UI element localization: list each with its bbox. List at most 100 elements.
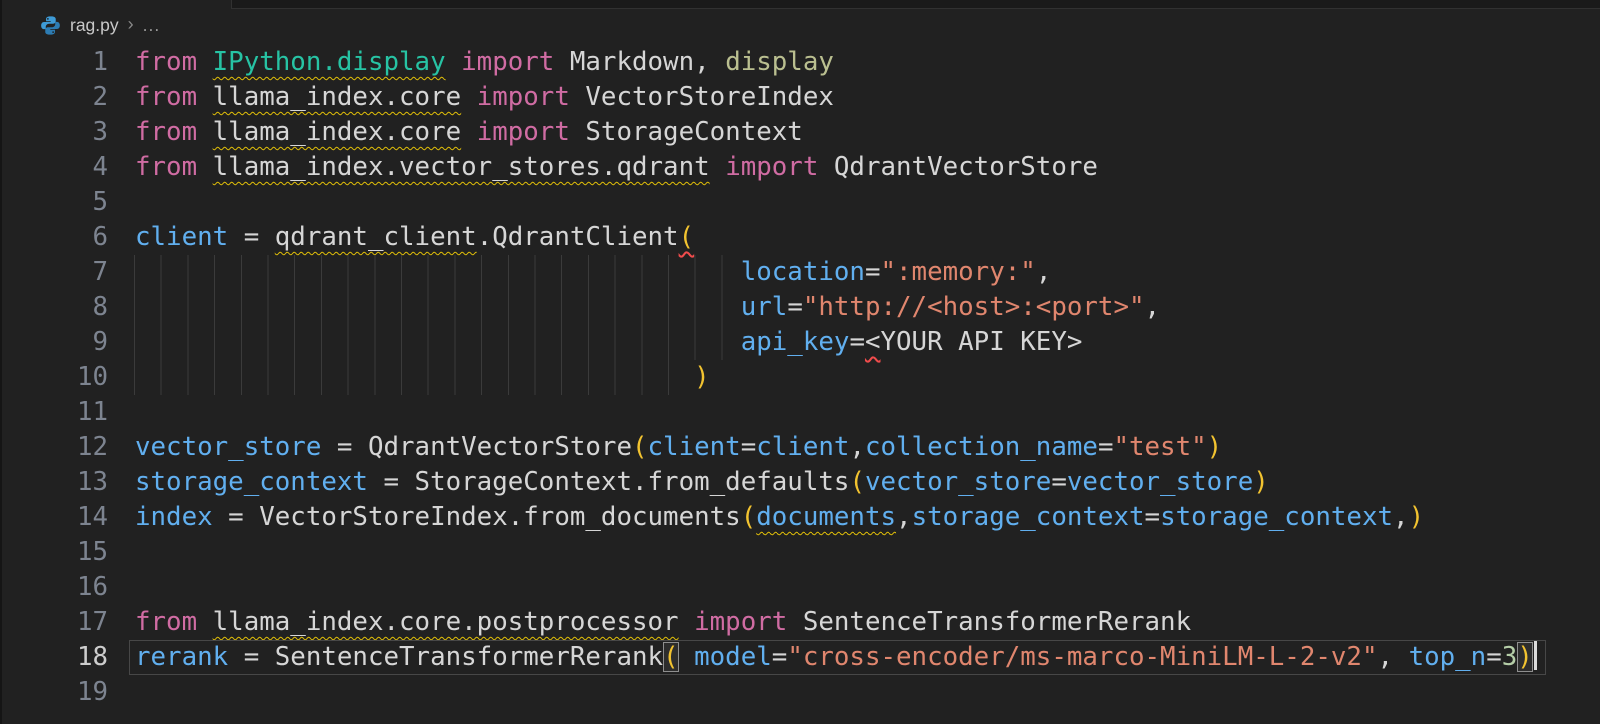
code-token: client bbox=[756, 432, 849, 462]
code-line[interactable]: 16 bbox=[0, 570, 1600, 605]
code-token: .QdrantClient bbox=[477, 222, 679, 252]
line-number[interactable]: 10 bbox=[0, 360, 108, 395]
code-line[interactable]: 1 from IPython.display import Markdown, d… bbox=[0, 45, 1600, 80]
code-token: YOUR API KEY> bbox=[881, 327, 1083, 357]
code-token: = bbox=[865, 257, 881, 287]
code-line[interactable]: 4 from llama_index.vector_stores.qdrant i… bbox=[0, 150, 1600, 185]
code-line[interactable]: 15 bbox=[0, 535, 1600, 570]
code-line[interactable]: 12vector_store = QdrantVectorStore(clien… bbox=[0, 430, 1600, 465]
code-token bbox=[197, 47, 213, 77]
line-number[interactable]: 9 bbox=[0, 325, 108, 360]
code-token: storage_context bbox=[912, 502, 1145, 532]
line-number[interactable]: 12 bbox=[0, 430, 108, 465]
line-number[interactable]: 18 bbox=[0, 640, 108, 675]
indent-guides bbox=[134, 290, 736, 325]
code-line[interactable]: 3 from llama_index.core import StorageCon… bbox=[0, 115, 1600, 150]
code-line-text: rerank = SentenceTransformerRerank( mode… bbox=[135, 640, 1537, 675]
code-line[interactable]: 7 location=":memory:", bbox=[0, 255, 1600, 290]
code-line[interactable]: 10 ) bbox=[0, 360, 1600, 395]
code-line[interactable]: 18 rerank = SentenceTransformerRerank( mo… bbox=[0, 640, 1600, 675]
code-token: import bbox=[694, 607, 787, 637]
code-line[interactable]: 2 from llama_index.core import VectorStor… bbox=[0, 80, 1600, 115]
code-line-text: from IPython.display import Markdown, di… bbox=[135, 45, 834, 80]
code-line[interactable]: 14index = VectorStoreIndex.from_document… bbox=[0, 500, 1600, 535]
code-area[interactable]: 1 from IPython.display import Markdown, d… bbox=[0, 45, 1600, 710]
code-token: vector_store bbox=[135, 432, 321, 462]
code-token: import bbox=[477, 82, 570, 112]
code-token: import bbox=[477, 117, 570, 147]
code-line-text: from llama_index.core import VectorStore… bbox=[135, 80, 834, 115]
line-number[interactable]: 14 bbox=[0, 500, 108, 535]
line-number[interactable]: 1 bbox=[0, 45, 108, 80]
code-line-text: from llama_index.vector_stores.qdrant im… bbox=[135, 150, 1098, 185]
code-token: = bbox=[1051, 467, 1067, 497]
code-token: llama_index.core bbox=[213, 82, 462, 112]
line-number[interactable]: 16 bbox=[0, 570, 108, 605]
line-number[interactable]: 5 bbox=[0, 185, 108, 220]
line-number[interactable]: 3 bbox=[0, 115, 108, 150]
code-token: llama_index.vector_stores.qdrant bbox=[213, 152, 710, 182]
code-token: import bbox=[461, 47, 554, 77]
line-number[interactable]: 17 bbox=[0, 605, 108, 640]
code-token: 3 bbox=[1502, 642, 1518, 672]
line-number[interactable]: 4 bbox=[0, 150, 108, 185]
code-line[interactable]: 11 bbox=[0, 395, 1600, 430]
code-token: location bbox=[741, 257, 865, 287]
code-token bbox=[197, 117, 213, 147]
code-line-text: location=":memory:", bbox=[135, 255, 1051, 290]
code-token bbox=[710, 152, 726, 182]
code-token: = bbox=[741, 432, 757, 462]
code-token: = StorageContext.from_defaults bbox=[368, 467, 849, 497]
indent-guides bbox=[134, 325, 736, 360]
code-line-text: from llama_index.core import StorageCont… bbox=[135, 115, 803, 150]
line-number[interactable]: 8 bbox=[0, 290, 108, 325]
breadcrumb-file-segment[interactable]: rag.py bbox=[40, 15, 119, 36]
code-token: StorageContext bbox=[570, 117, 803, 147]
code-token: ( bbox=[849, 467, 865, 497]
code-token: vector_store bbox=[1067, 467, 1253, 497]
line-number[interactable]: 6 bbox=[0, 220, 108, 255]
code-token: QdrantVectorStore bbox=[818, 152, 1098, 182]
line-number[interactable]: 11 bbox=[0, 395, 108, 430]
code-token bbox=[446, 47, 462, 77]
line-number[interactable]: 13 bbox=[0, 465, 108, 500]
line-number[interactable]: 15 bbox=[0, 535, 108, 570]
code-line[interactable]: 9 api_key=<YOUR API KEY> bbox=[0, 325, 1600, 360]
code-token: < bbox=[865, 327, 881, 357]
breadcrumb-separator-icon: › bbox=[128, 14, 134, 35]
code-line[interactable]: 17 from llama_index.core.postprocessor im… bbox=[0, 605, 1600, 640]
code-token: , bbox=[1145, 292, 1161, 322]
line-number[interactable]: 7 bbox=[0, 255, 108, 290]
code-token: llama_index.core.postprocessor bbox=[213, 607, 679, 637]
code-line-text: from llama_index.core.postprocessor impo… bbox=[135, 605, 1191, 640]
code-token: from bbox=[135, 117, 197, 147]
code-token: model bbox=[694, 642, 772, 672]
code-token: api_key bbox=[741, 327, 850, 357]
code-token: = bbox=[228, 222, 275, 252]
code-token: from bbox=[135, 607, 197, 637]
code-token: ) bbox=[1409, 502, 1425, 532]
code-token: = bbox=[1145, 502, 1161, 532]
code-token: ) bbox=[1207, 432, 1223, 462]
indent-guides bbox=[134, 255, 736, 290]
code-token: = VectorStoreIndex.from_documents bbox=[213, 502, 741, 532]
code-token: top_n bbox=[1409, 642, 1487, 672]
code-token: display bbox=[725, 47, 834, 77]
code-line[interactable]: 6client = qdrant_client.QdrantClient( bbox=[0, 220, 1600, 255]
python-icon bbox=[40, 15, 61, 36]
code-line[interactable]: 13storage_context = StorageContext.from_… bbox=[0, 465, 1600, 500]
code-token: ) bbox=[694, 362, 710, 392]
breadcrumb-symbol-ellipsis[interactable]: ... bbox=[143, 15, 161, 36]
code-token: = bbox=[1098, 432, 1114, 462]
code-line[interactable]: 19 bbox=[0, 675, 1600, 710]
code-line[interactable]: 5 bbox=[0, 185, 1600, 220]
line-number[interactable]: 2 bbox=[0, 80, 108, 115]
code-token: VectorStoreIndex bbox=[570, 82, 834, 112]
code-token: qdrant_client bbox=[275, 222, 477, 252]
line-number[interactable]: 19 bbox=[0, 675, 108, 710]
code-token bbox=[461, 82, 477, 112]
code-token: Markdown, bbox=[554, 47, 725, 77]
code-line[interactable]: 8 url="http://<host>:<port>", bbox=[0, 290, 1600, 325]
code-token: collection_name bbox=[865, 432, 1098, 462]
code-token: = bbox=[849, 327, 865, 357]
